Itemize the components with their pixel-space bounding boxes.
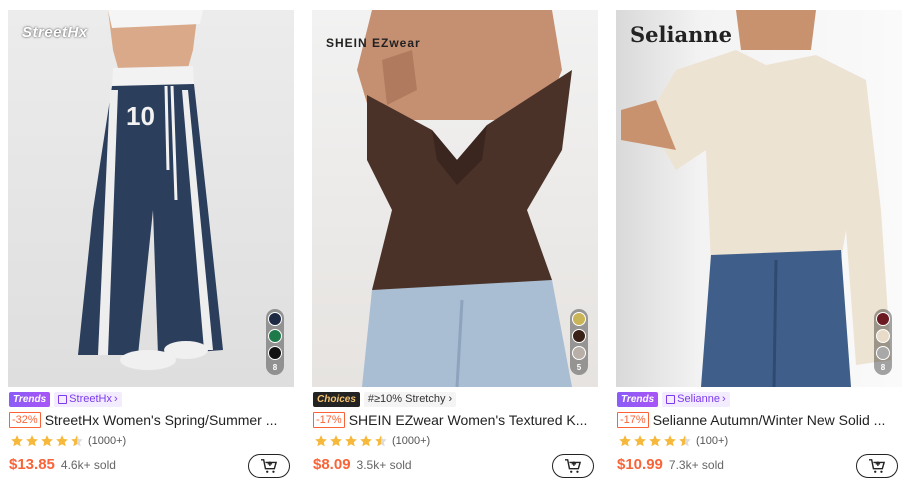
chevron-right-icon: › [113, 393, 118, 405]
title-row[interactable]: -17% SHEIN EZwear Women's Textured K... [313, 411, 595, 428]
title-row[interactable]: -17% Selianne Autumn/Winter New Solid ..… [617, 411, 899, 428]
store-name: StreetHx [69, 393, 112, 405]
store-icon [666, 395, 676, 404]
color-swatch[interactable] [268, 312, 282, 326]
product-image[interactable]: 10 StreetHx 8 [8, 10, 294, 387]
attribute-chip[interactable]: #≥10% Stretchy › [363, 392, 457, 407]
product-card[interactable]: SHEIN EZwear 5 Choices #≥10% Stretchy › … [304, 0, 600, 482]
review-count: (1000+) [88, 434, 127, 447]
price: $13.85 [9, 456, 55, 473]
cart-plus-icon [565, 459, 582, 473]
chevron-right-icon: › [448, 393, 453, 405]
choices-badge: Choices [313, 392, 360, 407]
discount-badge: -17% [617, 411, 649, 428]
star-icon [315, 434, 327, 446]
color-swatch[interactable] [876, 329, 890, 343]
sold-count: 3.5k+ sold [356, 458, 412, 472]
swatch-count: 8 [880, 363, 886, 372]
product-image[interactable]: SHEIN EZwear 5 [312, 10, 598, 387]
star-icon [649, 434, 661, 446]
price-row: $13.85 4.6k+ sold [9, 456, 116, 476]
product-photo: 10 [78, 10, 223, 370]
add-to-cart-button[interactable] [552, 454, 594, 478]
star-icon [619, 434, 631, 446]
product-title[interactable]: Selianne Autumn/Winter New Solid ... [653, 412, 899, 428]
add-to-cart-button[interactable] [248, 454, 290, 478]
color-swatches[interactable]: 8 [874, 309, 892, 375]
product-card[interactable]: Selianne 8 Trends Selianne › -17% Selian… [608, 0, 903, 482]
sold-count: 7.3k+ sold [668, 458, 724, 472]
color-swatch[interactable] [572, 346, 586, 360]
cart-plus-icon [869, 459, 886, 473]
store-link[interactable]: StreetHx › [54, 392, 122, 407]
color-swatch[interactable] [876, 346, 890, 360]
trends-badge: Trends [9, 392, 51, 407]
tag-row: Choices #≥10% Stretchy › [313, 392, 457, 407]
star-half-icon [71, 434, 83, 446]
brand-logo: Selianne [630, 22, 732, 47]
product-grid: 10 StreetHx 8 Trends StreetHx › -32% Str… [0, 0, 903, 482]
rating-row: (100+) [618, 433, 728, 448]
add-to-cart-button[interactable] [856, 454, 898, 478]
product-title[interactable]: SHEIN EZwear Women's Textured K... [349, 412, 595, 428]
rating-row: (1000+) [10, 433, 126, 448]
color-swatch[interactable] [572, 329, 586, 343]
product-card[interactable]: 10 StreetHx 8 Trends StreetHx › -32% Str… [0, 0, 296, 482]
star-icon [41, 434, 53, 446]
star-icon [330, 434, 342, 446]
store-icon [58, 395, 68, 404]
product-title[interactable]: StreetHx Women's Spring/Summer ... [45, 412, 291, 428]
star-icon [11, 434, 23, 446]
star-icon [56, 434, 68, 446]
color-swatch[interactable] [268, 329, 282, 343]
cart-plus-icon [261, 459, 278, 473]
brand-logo: StreetHx [22, 24, 88, 41]
color-swatch[interactable] [572, 312, 586, 326]
color-swatch[interactable] [268, 346, 282, 360]
star-icon [26, 434, 38, 446]
star-icon [345, 434, 357, 446]
brand-logo: SHEIN EZwear [326, 36, 421, 50]
color-swatches[interactable]: 8 [266, 309, 284, 375]
svg-text:10: 10 [126, 101, 155, 131]
star-half-icon [679, 434, 691, 446]
discount-badge: -17% [313, 411, 345, 428]
price: $10.99 [617, 456, 663, 473]
product-photo [621, 10, 891, 387]
star-icon [634, 434, 646, 446]
color-swatch[interactable] [876, 312, 890, 326]
swatch-count: 5 [576, 363, 582, 372]
price: $8.09 [313, 456, 351, 473]
trends-badge: Trends [617, 392, 659, 407]
color-swatches[interactable]: 5 [570, 309, 588, 375]
title-row[interactable]: -32% StreetHx Women's Spring/Summer ... [9, 411, 291, 428]
star-icon [360, 434, 372, 446]
attribute-label: #≥10% Stretchy [367, 393, 446, 405]
rating-row: (1000+) [314, 433, 430, 448]
product-photo [357, 10, 572, 387]
review-count: (100+) [696, 434, 729, 447]
swatch-count: 8 [272, 363, 278, 372]
price-row: $8.09 3.5k+ sold [313, 456, 412, 476]
product-image[interactable]: Selianne 8 [616, 10, 902, 387]
star-half-icon [375, 434, 387, 446]
tag-row: Trends Selianne › [617, 392, 730, 407]
review-count: (1000+) [392, 434, 431, 447]
star-icon [664, 434, 676, 446]
tag-row: Trends StreetHx › [9, 392, 122, 407]
price-row: $10.99 7.3k+ sold [617, 456, 724, 476]
store-name: Selianne [677, 393, 720, 405]
chevron-right-icon: › [722, 393, 726, 405]
discount-badge: -32% [9, 411, 41, 428]
sold-count: 4.6k+ sold [60, 458, 116, 472]
store-link[interactable]: Selianne › [662, 392, 730, 407]
